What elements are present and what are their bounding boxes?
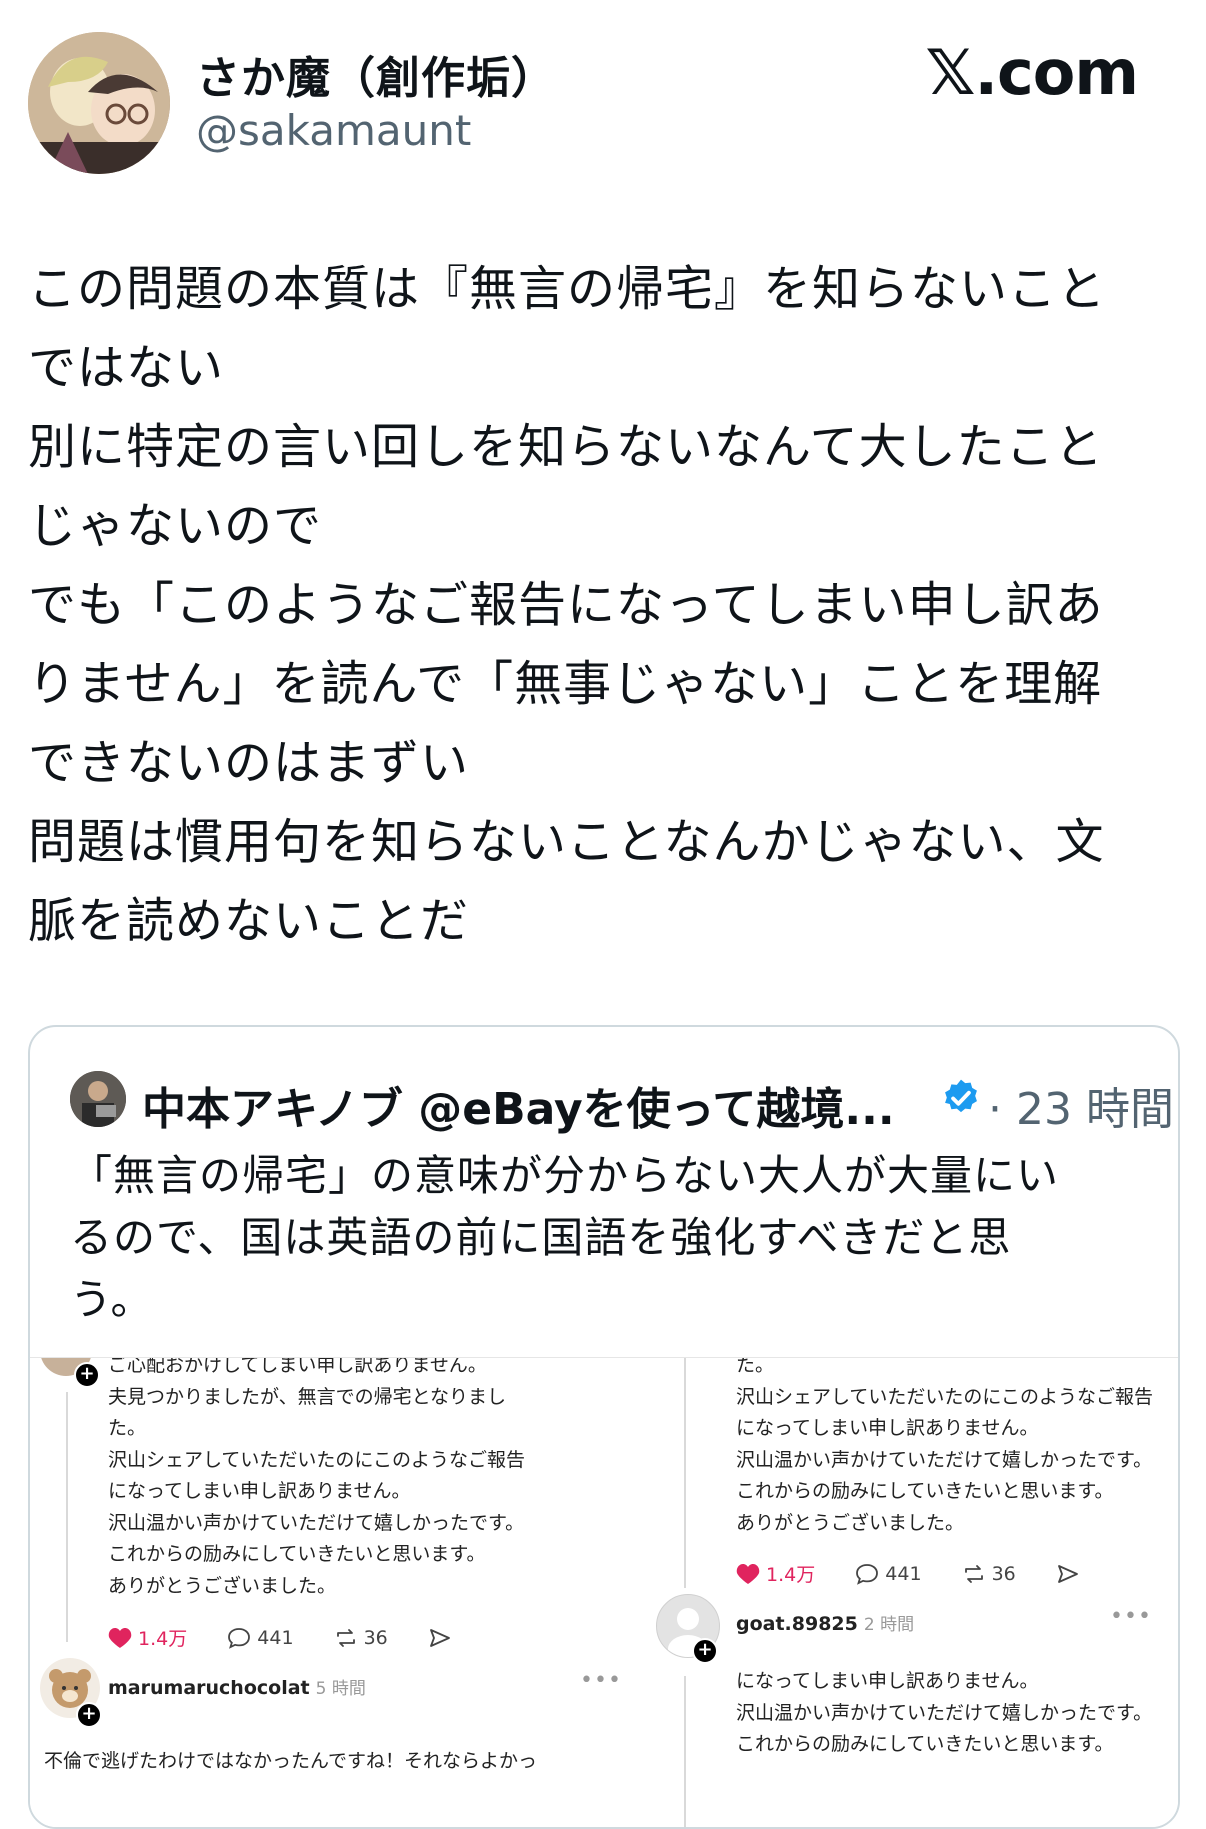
repost-icon (336, 1628, 355, 1647)
tweet-header: さか魔（創作垢） @sakamaunt 𝕏.com (0, 0, 1206, 200)
display-name[interactable]: さか魔（創作垢） (196, 42, 556, 106)
tweet-line: でも「このようなご報告になってしまい申し訳あ (28, 577, 1104, 633)
repost-count: 36 (991, 1562, 1016, 1585)
post-line: ありがとうございました。 (736, 1511, 965, 1534)
more-icon[interactable]: ••• (580, 1668, 622, 1693)
post-line: 夫見つかりましたが、無言での帰宅となりまし (108, 1385, 507, 1408)
like-count: 1.4万 (138, 1628, 188, 1650)
reply-username[interactable]: goat.89825 2 時間 (736, 1610, 914, 1635)
post-line: た。 (736, 1357, 775, 1376)
verified-badge-icon (945, 1079, 977, 1113)
reply-user-name: goat.89825 (736, 1613, 858, 1635)
follow-plus-icon[interactable]: + (76, 1702, 102, 1728)
post-line: になってしまい申し訳ありません。 (736, 1417, 1039, 1439)
thread-line (66, 1392, 68, 1642)
repost-button[interactable]: 36 (962, 1563, 1016, 1585)
quoted-line: う。 (70, 1275, 154, 1324)
post-line: ご心配おかけしてしまい申し訳ありません。 (108, 1357, 487, 1376)
post-actions: 1.4万 441 36 (736, 1560, 1120, 1590)
repost-count: 36 (363, 1626, 388, 1649)
quoted-tweet-header: 中本アキノブ @eBayを使って越境... · 23 時間 (70, 1069, 1174, 1135)
thread-line (684, 1358, 686, 1588)
like-button[interactable]: 1.4万 (108, 1624, 187, 1651)
post-text: た。 沢山シェアしていただいたのにこのようなご報告 になってしまい申し訳ありませ… (736, 1357, 1154, 1539)
post-line: 沢山温かい声かけていただけて嬉しかったです。 (736, 1448, 1153, 1471)
repost-icon (964, 1564, 983, 1583)
reply-button[interactable]: 441 (855, 1562, 922, 1585)
quoted-user-avatar[interactable] (70, 1071, 126, 1127)
quoted-tweet-card[interactable]: 中本アキノブ @eBayを使って越境... · 23 時間 「無言の帰宅」の意味… (28, 1025, 1180, 1829)
quoted-line: 「無言の帰宅」の意味が分からない大人が大量にい (70, 1151, 1060, 1200)
quoted-avatar-photo (70, 1071, 126, 1127)
post-line: た。 (108, 1417, 147, 1439)
reply-button[interactable]: 441 (227, 1626, 294, 1649)
more-icon[interactable]: ••• (1110, 1604, 1152, 1629)
user-handle[interactable]: @sakamaunt (196, 106, 471, 155)
heart-icon (736, 1563, 760, 1584)
tweet-line: じゃないので (28, 498, 323, 554)
post-line: 沢山温かい声かけていただけて嬉しかったです。 (108, 1511, 525, 1534)
post-line: になってしまい申し訳ありません。 (108, 1480, 411, 1502)
post-line: 沢山シェアしていただいたのにこのようなご報告 (736, 1385, 1154, 1408)
reply-line: になってしまい申し訳ありません。 (736, 1670, 1039, 1692)
post-line: これからの励みにしていきたいと思います。 (736, 1480, 1114, 1502)
reply-line: これからの励みにしていきたいと思います。 (736, 1733, 1114, 1755)
tweet-line: 脈を読めないことだ (28, 893, 470, 949)
profile-avatar[interactable] (28, 32, 170, 174)
share-button[interactable] (428, 1627, 458, 1649)
media-left-panel: + ご心配おかけしてしまい申し訳ありません。 夫見つかりましたが、無言での帰宅と… (30, 1357, 656, 1827)
heart-icon (108, 1627, 132, 1648)
quoted-media-image[interactable]: + ご心配おかけしてしまい申し訳ありません。 夫見つかりましたが、無言での帰宅と… (30, 1357, 1178, 1827)
reply-username[interactable]: marumaruchocolat 5 時間 (108, 1674, 366, 1699)
like-button[interactable]: 1.4万 (736, 1560, 815, 1587)
tweet-line: ではない (28, 340, 225, 396)
post-text: ご心配おかけしてしまい申し訳ありません。 夫見つかりましたが、無言での帰宅となり… (108, 1357, 526, 1602)
quoted-timestamp[interactable]: · 23 時間 (988, 1073, 1174, 1137)
avatar-illustration (28, 32, 170, 174)
reply-time: 2 時間 (863, 1615, 915, 1635)
repost-button[interactable]: 36 (334, 1627, 388, 1649)
reply-icon (228, 1627, 251, 1649)
x-logo: 𝕏.com (925, 36, 1139, 109)
post-actions: 1.4万 441 36 (108, 1624, 492, 1654)
thread-line (684, 1676, 686, 1827)
share-icon (429, 1628, 450, 1647)
follow-plus-icon[interactable]: + (74, 1362, 100, 1388)
reply-text: 不倫で逃げたわけではなかったんですね！それならよかっ (44, 1750, 538, 1772)
post-line: これからの励みにしていきたいと思います。 (108, 1543, 486, 1565)
reply-count: 441 (885, 1562, 922, 1585)
media-right-panel: た。 沢山シェアしていただいたのにこのようなご報告 になってしまい申し訳ありませ… (656, 1357, 1178, 1827)
reply-time: 5 時間 (315, 1679, 366, 1699)
share-icon (1057, 1564, 1078, 1583)
reply-line: 沢山温かい声かけていただけて嬉しかったです。 (736, 1701, 1153, 1724)
tweet-line: 問題は慣用句を知らないことなんかじゃない、文 (28, 814, 1105, 870)
reply-count: 441 (257, 1626, 294, 1649)
tweet-line: りません」を読んで「無事じゃない」ことを理解 (28, 656, 1103, 712)
tweet-line: この問題の本質は『無言の帰宅』を知らないこと (28, 261, 1107, 317)
tweet-line: できないのはまずい (28, 735, 470, 791)
share-button[interactable] (1056, 1563, 1086, 1585)
reply-icon (856, 1563, 879, 1585)
reply-text: になってしまい申し訳ありません。 沢山温かい声かけていただけて嬉しかったです。 … (736, 1666, 1152, 1761)
like-count: 1.4万 (766, 1564, 816, 1586)
tweet-line: 別に特定の言い回しを知らないなんて大したこと (28, 419, 1104, 475)
tweet-text: この問題の本質は『無言の帰宅』を知らないこと ではない 別に特定の言い回しを知ら… (28, 250, 1178, 961)
follow-plus-icon[interactable]: + (692, 1638, 718, 1664)
post-line: 沢山シェアしていただいたのにこのようなご報告 (108, 1448, 526, 1471)
quoted-user-name[interactable]: 中本アキノブ @eBayを使って越境... (142, 1073, 895, 1137)
quoted-tweet-text: 「無言の帰宅」の意味が分からない大人が大量にい るので、国は英語の前に国語を強化… (70, 1145, 1130, 1331)
quoted-line: るので、国は英語の前に国語を強化すべきだと思 (70, 1213, 1012, 1262)
post-line: ありがとうございました。 (108, 1574, 337, 1597)
reply-user-name: marumaruchocolat (108, 1677, 310, 1699)
